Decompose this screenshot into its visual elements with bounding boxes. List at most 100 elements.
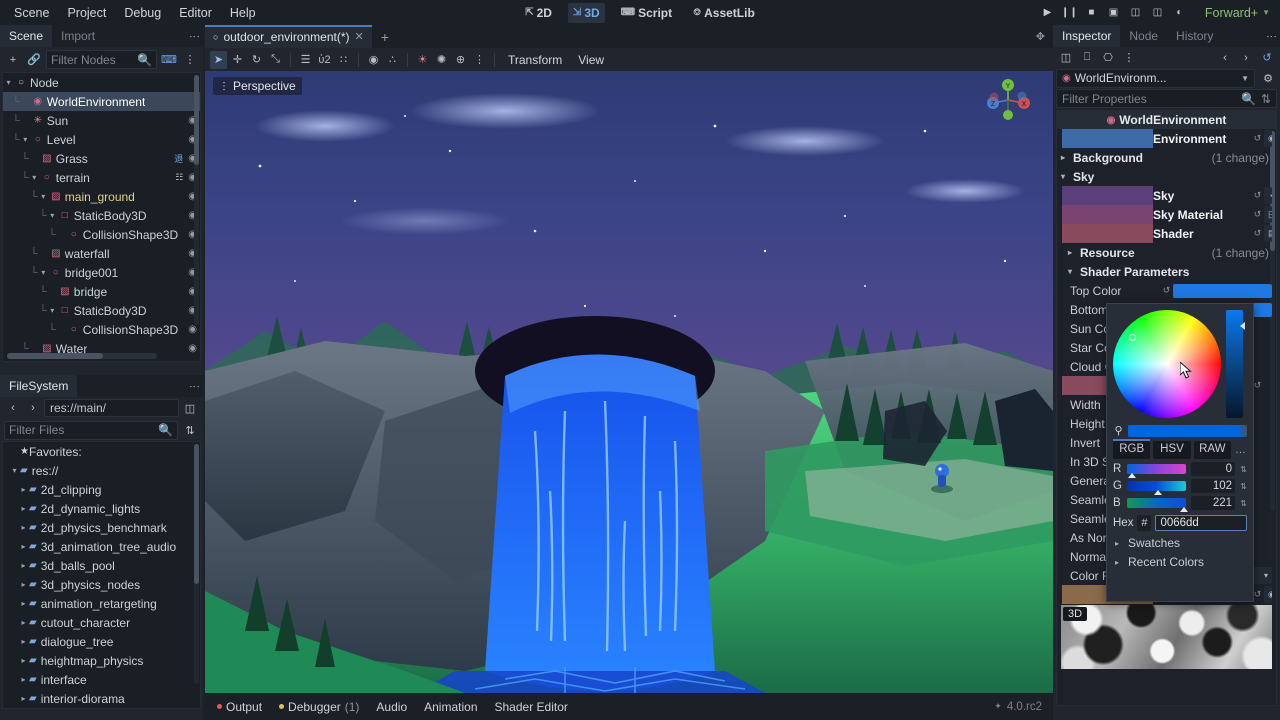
filter-files-input[interactable]: Filter Files 🔍 — [4, 420, 178, 440]
scene-tree-item-main-ground[interactable]: └ ▾ ▨ main_ground ◉ — [3, 187, 200, 206]
scene-tree-item-terrain[interactable]: └ ▾ ○ terrain ☷ ◉ — [3, 168, 200, 187]
property-row-shader[interactable]: Shader ↺▤sky.gdshade▾ — [1057, 224, 1276, 243]
filesystem-item-3d-balls-pool[interactable]: ▸ ▰ 3d_balls_pool — [3, 556, 200, 575]
eyedropper-icon[interactable]: ⚲ — [1113, 424, 1124, 437]
play-scene-button[interactable]: ▣ — [1103, 3, 1124, 23]
visibility-toggle-icon[interactable]: ◉ — [188, 343, 197, 354]
folder-expand-arrow[interactable]: ▸ — [18, 504, 29, 513]
attach-script-button[interactable]: ⌨ — [160, 51, 178, 69]
folder-expand-arrow[interactable]: ▸ — [18, 561, 29, 570]
tree-expand-arrow[interactable]: ▾ — [3, 78, 14, 87]
property-row-environment[interactable]: Environment ↺◉Environment▾ — [1057, 129, 1276, 148]
channel-value[interactable]: 0 — [1191, 462, 1235, 476]
color-mode-rgb[interactable]: RGB — [1113, 439, 1151, 459]
scene-tab-outdoor-environment[interactable]: ○ outdoor_environment(*) ✕ — [205, 25, 372, 48]
pause-button[interactable]: ❙❙ — [1059, 3, 1080, 23]
filesystem-item-2d-physics-benchmark[interactable]: ▸ ▰ 2d_physics_benchmark — [3, 518, 200, 537]
property-value-field[interactable] — [1264, 377, 1272, 394]
property-value-field[interactable]: ◱ShaderMater▾ — [1264, 206, 1272, 223]
property-category-background[interactable]: ▸ Background (1 change) — [1057, 148, 1276, 167]
scene-tree-item-waterfall[interactable]: └ ▨ waterfall ◉ — [3, 244, 200, 263]
tab-scene[interactable]: Scene — [0, 25, 53, 47]
history-forward-icon[interactable]: › — [1237, 49, 1255, 67]
scene-tree-item-staticbody3d[interactable]: └ ▾ □ StaticBody3D ◉ — [3, 301, 200, 320]
object-lock-icon[interactable]: ⚙ — [1259, 69, 1277, 87]
filter-properties-input[interactable]: Filter Properties 🔍 ⇅ — [1056, 89, 1277, 108]
filesystem-item-interior-diorama[interactable]: ▸ ▰ interior-diorama — [3, 689, 200, 708]
tree-expand-arrow[interactable]: ▾ — [38, 268, 49, 277]
property-category-resource[interactable]: ▸ Resource (1 change) — [1057, 243, 1276, 262]
bottom-tab-shader-editor[interactable]: Shader Editor — [488, 697, 575, 717]
recent-colors-section[interactable]: ▸ Recent Colors — [1107, 550, 1253, 569]
folder-expand-arrow[interactable]: ▸ — [18, 694, 29, 703]
expand-icon[interactable]: ✥ — [1028, 25, 1053, 48]
close-icon[interactable]: ✕ — [355, 30, 364, 43]
folder-expand-arrow[interactable]: ▸ — [18, 637, 29, 646]
tree-expand-arrow[interactable]: ▾ — [29, 173, 40, 182]
filesystem-menu-button[interactable]: ⋮ — [184, 375, 203, 397]
script-icon[interactable]: 退 — [174, 152, 183, 165]
renderer-selector[interactable]: Forward+ ▼ — [1199, 4, 1276, 22]
folder-expand-arrow[interactable]: ▸ — [18, 599, 29, 608]
sun-preview-tool[interactable]: ☀ — [414, 51, 431, 69]
folder-expand-arrow[interactable]: ▸ — [18, 542, 29, 551]
move-mode-tool[interactable]: ✛ — [229, 51, 246, 69]
channel-slider[interactable] — [1127, 498, 1189, 512]
preview-settings-tool[interactable]: ⊕ — [452, 51, 469, 69]
folder-expand-arrow[interactable]: ▾ — [9, 466, 20, 475]
filter-nodes-input[interactable]: Filter Nodes 🔍 — [46, 50, 157, 69]
scene-tree-item-grass[interactable]: └ ▨ Grass 退 ◉ — [3, 149, 200, 168]
load-resource-icon[interactable]: ⎕ — [1078, 49, 1096, 67]
bottom-tab-animation[interactable]: Animation — [417, 697, 484, 717]
value-slider[interactable] — [1226, 310, 1245, 418]
property-reset-icon[interactable]: ↺ — [1251, 228, 1264, 239]
add-scene-tab-button[interactable]: + — [372, 25, 398, 48]
axis-gizmo[interactable]: Y X Z — [985, 77, 1031, 123]
property-reset-icon[interactable]: ↺ — [1251, 190, 1264, 201]
sort-icon[interactable]: ⇅ — [1261, 92, 1271, 106]
channel-slider[interactable] — [1127, 464, 1186, 478]
scene-tree-menu-button[interactable]: ⋮ — [181, 51, 199, 69]
folder-expand-arrow[interactable]: ▸ — [18, 523, 29, 532]
mode-2d-button[interactable]: ⇱ 2D — [520, 3, 557, 23]
channel-stepper[interactable]: ⇅ — [1240, 465, 1247, 474]
filesystem-item-2d-dynamic-lights[interactable]: ▸ ▰ 2d_dynamic_lights — [3, 499, 200, 518]
mode-3d-button[interactable]: ⇲ 3D — [567, 2, 605, 23]
folder-expand-arrow[interactable]: ▸ — [18, 485, 29, 494]
scene-tree-item-bridge001[interactable]: └ ▾ ○ bridge001 ◉ — [3, 263, 200, 282]
filesystem-vscrollbar[interactable] — [194, 444, 199, 684]
perspective-label[interactable]: ⋮ Perspective — [213, 77, 302, 95]
channel-value[interactable]: 221 — [1191, 496, 1235, 510]
channel-slider[interactable] — [1127, 481, 1186, 495]
hex-input[interactable]: 0066dd — [1155, 515, 1247, 531]
anim-icon[interactable]: ☷ — [175, 172, 183, 183]
stop-button[interactable]: ■ — [1081, 3, 1102, 23]
lock-tool[interactable]: ὑ2 — [316, 51, 333, 69]
property-row-top-color[interactable]: Top Color ↺ — [1057, 281, 1276, 300]
play-custom-scene-button[interactable]: ◫ — [1125, 3, 1146, 23]
channel-value[interactable]: 102 — [1191, 479, 1235, 493]
tree-expand-arrow[interactable]: ▾ — [47, 306, 58, 315]
favorites-row[interactable]: ★ Favorites: — [3, 442, 200, 461]
skeleton-tool[interactable]: ∴ — [384, 51, 401, 69]
scale-mode-tool[interactable]: ⤡ — [267, 51, 284, 69]
scene-dock-menu-button[interactable]: ⋮ — [184, 25, 203, 47]
tab-import[interactable]: Import — [52, 25, 104, 47]
filesystem-item-animation-retargeting[interactable]: ▸ ▰ animation_retargeting — [3, 594, 200, 613]
scene-tree-vscrollbar[interactable] — [194, 75, 199, 325]
inspector-menu-icon[interactable]: ⋮ — [1120, 49, 1138, 67]
scene-tree-item-bridge[interactable]: └ ▨ bridge ◉ — [3, 282, 200, 301]
color-wheel[interactable] — [1113, 310, 1221, 418]
inspector-menu-button[interactable]: ⋮ — [1261, 25, 1280, 47]
history-back-icon[interactable]: ‹ — [1216, 49, 1234, 67]
property-value-field[interactable]: ◉FastNoiseLi▾ — [1264, 586, 1272, 603]
ellipsis-icon[interactable]: … — [1234, 441, 1247, 459]
channel-stepper[interactable]: ⇅ — [1240, 499, 1247, 508]
3d-viewport-canvas[interactable]: ⋮ Perspective Y X Z — [205, 71, 1053, 693]
filesystem-item-cutout-character[interactable]: ▸ ▰ cutout_character — [3, 613, 200, 632]
property-value-field[interactable]: ▤sky.gdshade▾ — [1264, 225, 1272, 242]
tab-inspector[interactable]: Inspector — [1053, 25, 1121, 47]
bottom-tab-audio[interactable]: Audio — [369, 697, 414, 717]
color-mode-hsv[interactable]: HSV — [1153, 441, 1191, 459]
play-button[interactable]: ▶ — [1037, 3, 1058, 23]
